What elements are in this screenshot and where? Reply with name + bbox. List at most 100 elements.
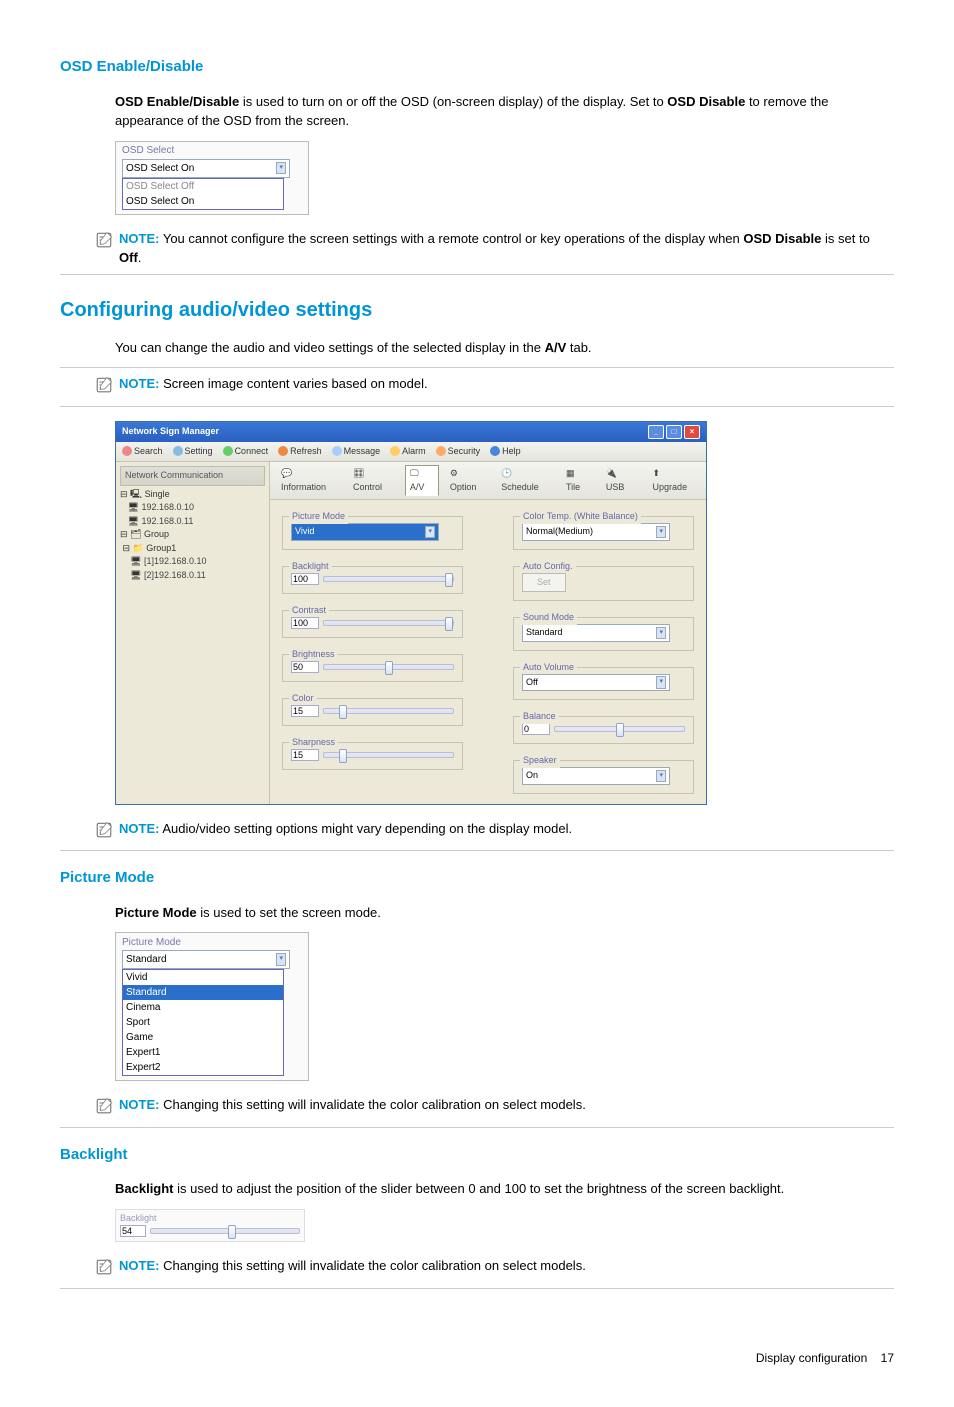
- tabstrip: 💬 Information 🎛 Control 🖵 A/V ⚙ Option 🕒…: [270, 462, 706, 500]
- txt: is used to set the screen mode.: [197, 905, 381, 920]
- titlebar: Network Sign Manager _ □ ×: [116, 422, 706, 442]
- note-icon: [95, 1097, 115, 1121]
- pm-option[interactable]: Expert2: [123, 1060, 283, 1075]
- pm-option[interactable]: Sport: [123, 1015, 283, 1030]
- tab-av[interactable]: 🖵 A/V: [405, 465, 439, 496]
- tree[interactable]: ⊟ 🖳 Single 🖥 192.168.0.10 🖥 192.168.0.11…: [120, 488, 265, 583]
- osd-select-value: OSD Select On: [126, 161, 194, 176]
- contrast-slider[interactable]: [323, 620, 454, 626]
- av-intro: You can change the audio and video setti…: [115, 338, 894, 358]
- osd-option[interactable]: OSD Select Off: [123, 179, 283, 194]
- sharpness-value[interactable]: [291, 749, 319, 761]
- tab-tile[interactable]: ▦ Tile: [561, 465, 595, 496]
- backlight-slider[interactable]: [323, 576, 454, 582]
- txt: A/V: [545, 340, 567, 355]
- txt: You can change the audio and video setti…: [115, 340, 545, 355]
- sharpness-slider[interactable]: [323, 752, 454, 758]
- minimize-button[interactable]: _: [648, 425, 664, 439]
- color-temp-select[interactable]: Normal(Medium)▾: [522, 523, 670, 541]
- txt: OSD Disable: [667, 94, 745, 109]
- field-balance: Balance: [513, 716, 694, 744]
- tab-option[interactable]: ⚙ Option: [445, 465, 490, 496]
- toolbar-item[interactable]: Setting: [173, 445, 213, 459]
- tab-schedule[interactable]: 🕒 Schedule: [496, 465, 555, 496]
- field-auto-config: Auto Config. Set: [513, 566, 694, 602]
- tab-control[interactable]: 🎛 Control: [348, 465, 399, 496]
- toolbar: Search Setting Connect Refresh Message A…: [116, 442, 706, 463]
- toolbar-item[interactable]: Message: [332, 445, 381, 459]
- osd-select-mock: OSD Select OSD Select On ▾ OSD Select Of…: [115, 141, 894, 215]
- backlight-label: Backlight: [120, 1212, 300, 1226]
- heading-picture-mode: Picture Mode: [60, 867, 894, 890]
- picture-mode-dropdown[interactable]: Standard▾: [122, 950, 290, 969]
- backlight-mock: Backlight: [115, 1209, 894, 1243]
- txt: You cannot configure the screen settings…: [163, 231, 744, 246]
- toolbar-item[interactable]: Search: [122, 445, 163, 459]
- balance-slider[interactable]: [554, 726, 685, 732]
- picture-mode-mock: Picture Mode Standard▾ Vivid Standard Ci…: [115, 932, 894, 1081]
- sound-mode-select[interactable]: Standard▾: [522, 624, 670, 642]
- tab-information[interactable]: 💬 Information: [276, 465, 342, 496]
- speaker-select[interactable]: On▾: [522, 767, 670, 785]
- field-sharpness: Sharpness: [282, 742, 463, 770]
- osd-intro: OSD Enable/Disable is used to turn on or…: [115, 92, 894, 131]
- tab-usb[interactable]: 🔌 USB: [601, 465, 642, 496]
- picture-mode-title: Picture Mode: [122, 935, 302, 950]
- txt: Screen image content varies based on mod…: [163, 376, 428, 391]
- color-slider[interactable]: [323, 708, 454, 714]
- field-picture-mode: Picture Mode Vivid▾: [282, 516, 463, 550]
- maximize-button[interactable]: □: [666, 425, 682, 439]
- auto-config-set-button[interactable]: Set: [522, 573, 566, 593]
- app-window-mock: Network Sign Manager _ □ × Search Settin…: [115, 421, 894, 805]
- toolbar-item[interactable]: Security: [436, 445, 481, 459]
- backlight-value[interactable]: [291, 573, 319, 585]
- osd-option[interactable]: OSD Select On: [123, 194, 283, 209]
- pm-option[interactable]: Vivid: [123, 970, 283, 985]
- left-panel-header: Network Communication: [120, 466, 265, 486]
- note-pm: NOTE: Changing this setting will invalid…: [60, 1089, 894, 1128]
- auto-volume-select[interactable]: Off▾: [522, 674, 670, 692]
- toolbar-item[interactable]: Alarm: [390, 445, 426, 459]
- footer: Display configuration 17: [60, 1349, 894, 1367]
- txt: OSD Disable: [743, 231, 821, 246]
- pm-option[interactable]: Cinema: [123, 1000, 283, 1015]
- tab-upgrade[interactable]: ⬆ Upgrade: [648, 465, 700, 496]
- note-label: NOTE:: [119, 231, 159, 246]
- osd-select-dropdown[interactable]: OSD Select On ▾: [122, 159, 290, 178]
- note-bl: NOTE: Changing this setting will invalid…: [60, 1250, 894, 1289]
- field-color: Color: [282, 698, 463, 726]
- brightness-slider[interactable]: [323, 664, 454, 670]
- pm-option[interactable]: Standard: [123, 985, 283, 1000]
- txt: OSD Enable/Disable: [115, 94, 239, 109]
- backlight-mini-slider[interactable]: [150, 1228, 300, 1234]
- field-speaker: Speaker On▾: [513, 760, 694, 794]
- heading-config-av: Configuring audio/video settings: [60, 295, 894, 325]
- osd-select-title: OSD Select: [122, 143, 302, 158]
- txt: Changing this setting will invalidate th…: [163, 1258, 586, 1273]
- toolbar-item[interactable]: Refresh: [278, 445, 322, 459]
- toolbar-item[interactable]: Connect: [223, 445, 269, 459]
- contrast-value[interactable]: [291, 617, 319, 629]
- color-value[interactable]: [291, 705, 319, 717]
- osd-select-options[interactable]: OSD Select Off OSD Select On: [122, 178, 284, 210]
- toolbar-item[interactable]: Help: [490, 445, 521, 459]
- heading-osd-enable: OSD Enable/Disable: [60, 56, 894, 79]
- note-osd: NOTE: You cannot configure the screen se…: [60, 223, 894, 275]
- pm-option[interactable]: Game: [123, 1030, 283, 1045]
- heading-backlight: Backlight: [60, 1144, 894, 1167]
- balance-value[interactable]: [522, 723, 550, 735]
- left-panel: Network Communication ⊟ 🖳 Single 🖥 192.1…: [116, 462, 270, 804]
- picture-mode-select[interactable]: Vivid▾: [291, 523, 439, 541]
- brightness-value[interactable]: [291, 661, 319, 673]
- note-icon: [95, 231, 115, 255]
- note-label: NOTE:: [119, 821, 159, 836]
- txt: Picture Mode: [115, 905, 197, 920]
- footer-text: Display configuration: [756, 1351, 867, 1365]
- pm-intro: Picture Mode is used to set the screen m…: [115, 903, 894, 923]
- close-button[interactable]: ×: [684, 425, 700, 439]
- backlight-value-input[interactable]: [120, 1225, 146, 1237]
- note-label: NOTE:: [119, 376, 159, 391]
- txt: .: [138, 250, 142, 265]
- pm-option[interactable]: Expert1: [123, 1045, 283, 1060]
- picture-mode-options[interactable]: Vivid Standard Cinema Sport Game Expert1…: [122, 969, 284, 1076]
